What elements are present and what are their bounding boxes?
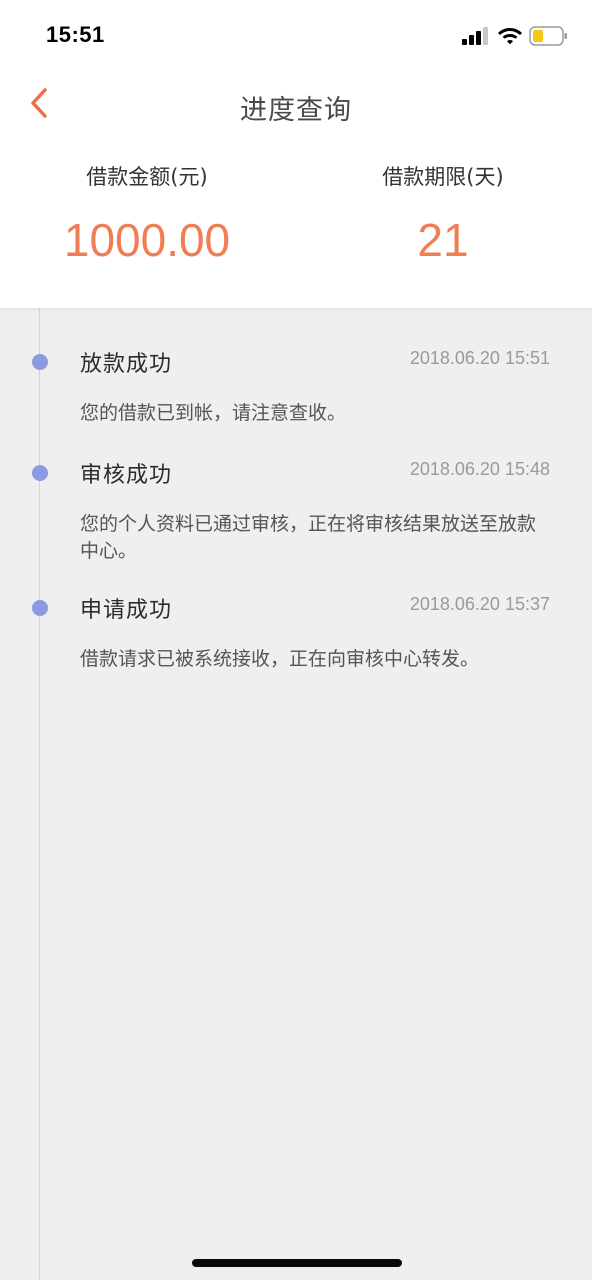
loan-amount-summary: 借款金额(元) 1000.00 bbox=[2, 160, 292, 268]
navigation-bar: 进度查询 bbox=[0, 72, 592, 138]
event-title: 审核成功 bbox=[80, 463, 173, 488]
header-panel: 15:51 进度查询 借款金额(元) 1000.00 借款期限(天) 21 bbox=[0, 0, 592, 308]
event-description: 您的借款已到帐，请注意查收。 bbox=[80, 402, 347, 424]
event-description: 您的个人资料已通过审核，正在将审核结果放送至放款中心。 bbox=[80, 513, 537, 562]
loan-amount-label: 借款金额(元) bbox=[86, 165, 208, 189]
battery-icon bbox=[529, 26, 567, 46]
event-title: 放款成功 bbox=[80, 352, 173, 377]
event-description: 借款请求已被系统接收，正在向审核中心转发。 bbox=[80, 648, 480, 670]
timeline-line bbox=[39, 308, 40, 1280]
status-time: 15:51 bbox=[46, 22, 105, 47]
timeline-dot bbox=[32, 465, 48, 481]
event-time: 2018.06.20 15:48 bbox=[409, 459, 550, 479]
event-time: 2018.06.20 15:51 bbox=[409, 348, 550, 368]
event-title: 申请成功 bbox=[80, 598, 173, 623]
cellular-signal-icon bbox=[462, 27, 488, 45]
home-indicator[interactable] bbox=[192, 1259, 402, 1267]
timeline-dot bbox=[32, 600, 48, 616]
loan-amount-value: 1000.00 bbox=[63, 214, 231, 266]
wifi-icon bbox=[498, 28, 522, 45]
status-bar: 15:51 bbox=[0, 0, 592, 72]
timeline-dot bbox=[32, 354, 48, 370]
loan-term-summary: 借款期限(天) 21 bbox=[298, 160, 588, 268]
loan-term-value: 21 bbox=[417, 214, 469, 266]
loan-term-label: 借款期限(天) bbox=[382, 165, 504, 189]
page-title: 进度查询 bbox=[240, 95, 352, 126]
event-time: 2018.06.20 15:37 bbox=[409, 594, 550, 614]
